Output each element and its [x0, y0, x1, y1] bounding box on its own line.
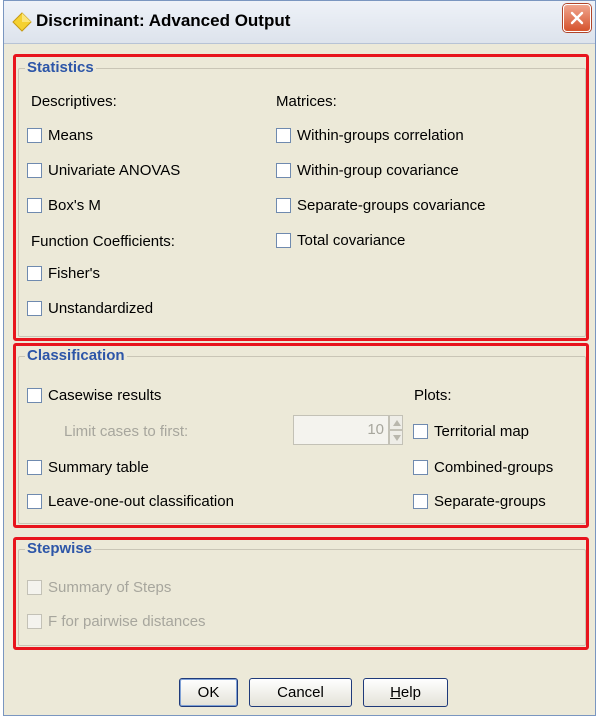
cancel-button-label: Cancel: [277, 684, 324, 701]
window-title: Discriminant: Advanced Output: [36, 11, 291, 30]
help-button-label: Help: [390, 684, 421, 701]
help-mnemonic: H: [390, 684, 401, 701]
advanced-output-dialog: Discriminant: Advanced Output Statistics…: [3, 0, 596, 716]
diamond-icon: [12, 12, 32, 32]
close-button[interactable]: [563, 4, 591, 32]
close-icon: [570, 11, 584, 25]
help-button[interactable]: Help: [363, 678, 448, 707]
classification-highlight: [13, 343, 589, 528]
help-rest: elp: [400, 684, 421, 701]
statistics-highlight: [13, 54, 589, 341]
ok-button[interactable]: OK: [179, 678, 238, 707]
stepwise-highlight: [13, 537, 589, 650]
ok-button-label: OK: [197, 684, 220, 701]
cancel-button[interactable]: Cancel: [249, 678, 352, 707]
title-bar[interactable]: Discriminant: Advanced Output: [4, 1, 595, 44]
